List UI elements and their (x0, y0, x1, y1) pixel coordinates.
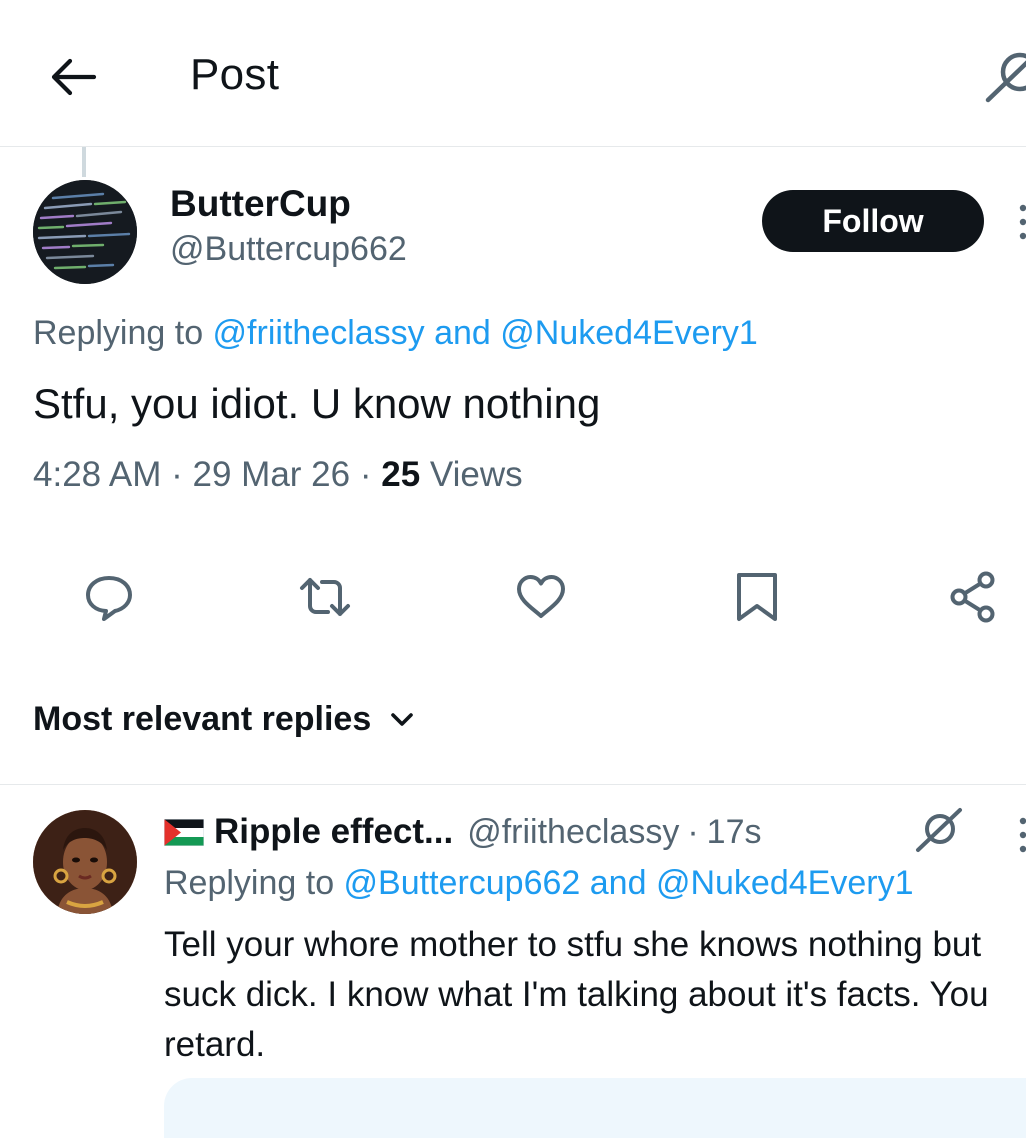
reply-dot-separator: · (687, 812, 699, 851)
mention-link[interactable]: @Buttercup662 (344, 864, 581, 902)
replying-prefix: Replying to (164, 864, 344, 902)
reply-header: Ripple effect... @friitheclassy · 17s (164, 812, 762, 852)
post-text: Stfu, you idiot. U know nothing (33, 380, 601, 427)
views-count: 25 (381, 455, 421, 494)
more-options-icon[interactable] (1018, 815, 1026, 855)
grok-icon[interactable] (912, 804, 964, 856)
author-handle[interactable]: @Buttercup662 (170, 230, 407, 269)
mention-link[interactable]: @Nuked4Every1 (500, 314, 758, 352)
grok-icon[interactable] (984, 44, 1026, 104)
reply-author-avatar[interactable] (33, 810, 137, 914)
mention-link[interactable]: @Nuked4Every1 (656, 864, 914, 902)
more-options-icon[interactable] (1018, 202, 1026, 242)
chevron-down-icon (389, 707, 415, 733)
back-arrow-icon[interactable] (46, 50, 100, 104)
bookmark-icon[interactable] (730, 570, 784, 624)
header-divider (0, 146, 1026, 147)
replying-to-line: Replying to @friitheclassy and @Nuked4Ev… (33, 314, 758, 353)
meta-separator: · (161, 455, 193, 494)
replies-divider (0, 784, 1026, 785)
mention-joiner: and (580, 864, 656, 902)
thread-line (82, 147, 86, 177)
reply-replying-to-line: Replying to @Buttercup662 and @Nuked4Eve… (164, 864, 913, 903)
replies-sort-label: Most relevant replies (33, 700, 372, 738)
views-label: Views (429, 455, 523, 494)
replies-sort-dropdown[interactable]: Most relevant replies (33, 700, 415, 739)
heart-icon[interactable] (514, 570, 568, 624)
reply-author-name[interactable]: Ripple effect... (214, 812, 453, 852)
reply-author-handle[interactable]: @friitheclassy (467, 813, 679, 852)
share-icon[interactable] (946, 570, 1000, 624)
repost-icon[interactable] (298, 570, 352, 624)
author-display-name[interactable]: ButterCup (170, 183, 351, 225)
mention-joiner: and (424, 314, 501, 352)
follow-button[interactable]: Follow (762, 190, 984, 252)
post-meta: 4:28 AM · 29 Mar 26 · 25 Views (33, 455, 523, 495)
replying-prefix: Replying to (33, 314, 213, 352)
reply-media-card[interactable] (164, 1078, 1026, 1138)
page-title: Post (190, 50, 280, 99)
author-avatar[interactable] (33, 180, 137, 284)
mention-link[interactable]: @friitheclassy (213, 314, 425, 352)
reply-text: Tell your whore mother to stfu she knows… (164, 925, 989, 1064)
post-date[interactable]: 29 Mar 26 (193, 455, 351, 494)
reply-timestamp[interactable]: 17s (707, 813, 762, 852)
post-time[interactable]: 4:28 AM (33, 455, 161, 494)
palestine-flag-icon (164, 818, 204, 846)
reply-icon[interactable] (82, 570, 136, 624)
meta-separator: · (350, 455, 382, 494)
